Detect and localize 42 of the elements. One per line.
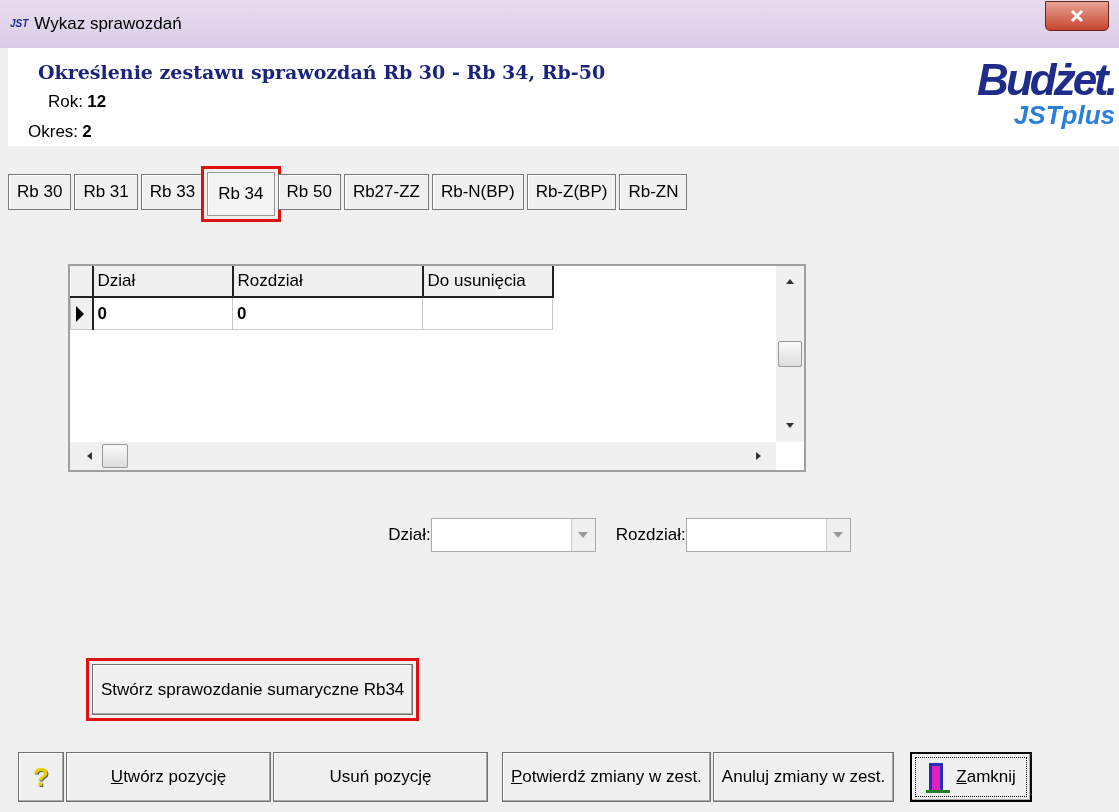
action-button[interactable]: Potwierdź zmiany w zest. (502, 752, 711, 802)
action-button[interactable]: Utwórz pozycję (66, 752, 271, 802)
column-header[interactable]: Dział (92, 265, 233, 297)
tab[interactable]: Rb-N(BP) (431, 174, 524, 210)
scroll-thumb[interactable] (778, 340, 802, 367)
dropdown-field[interactable] (430, 517, 596, 552)
horizontal-scrollbar[interactable] (70, 441, 776, 470)
field-label: Dział: (388, 523, 431, 546)
scroll-left-icon[interactable] (87, 451, 92, 460)
scroll-down-icon[interactable] (786, 422, 794, 428)
field-label: Rozdział: (615, 523, 686, 546)
field-value: 12 (87, 90, 107, 113)
window-title: Wykaz sprawozdań (34, 13, 182, 36)
scroll-up-icon[interactable] (786, 278, 794, 284)
tab[interactable]: Rb 50 (277, 174, 341, 210)
scroll-thumb[interactable] (102, 443, 128, 468)
form-heading: Określenie zestawu sprawozdań Rb 30 - Rb 34, Rb-50 (38, 60, 606, 85)
tab[interactable]: Rb 31 (74, 174, 138, 210)
tab[interactable]: Rb-Z(BP) (526, 174, 617, 210)
column-header[interactable]: Rozdział (232, 265, 423, 297)
table-cell: 0 (92, 296, 233, 330)
door-icon (926, 761, 951, 793)
tab[interactable]: Rb 30 (8, 174, 72, 210)
dropdown-icon (833, 531, 844, 538)
close-button[interactable]: Zamknij (910, 752, 1032, 802)
scroll-right-icon[interactable] (756, 451, 761, 460)
close-button[interactable] (1045, 1, 1109, 31)
action-button[interactable]: Anuluj zmiany w zest. (712, 752, 895, 802)
tab[interactable]: Rb27-ZZ (343, 174, 429, 210)
column-header[interactable]: Do usunięcia (422, 265, 553, 297)
field-value: 2 (82, 120, 92, 143)
vertical-scrollbar[interactable] (776, 265, 804, 442)
action-button[interactable]: Usuń pozycję (273, 752, 488, 802)
dropdown-icon (578, 531, 589, 538)
field-label: Rok: (48, 90, 83, 113)
dropdown-field[interactable] (685, 517, 851, 552)
logo: Budżet. JSTplus (977, 58, 1115, 128)
app-icon: JST (10, 19, 29, 29)
tab[interactable]: Rb-ZN (619, 174, 688, 210)
close-icon (1070, 9, 1084, 23)
table-cell: 0 (232, 296, 423, 330)
field-label: Okres: (28, 120, 79, 143)
